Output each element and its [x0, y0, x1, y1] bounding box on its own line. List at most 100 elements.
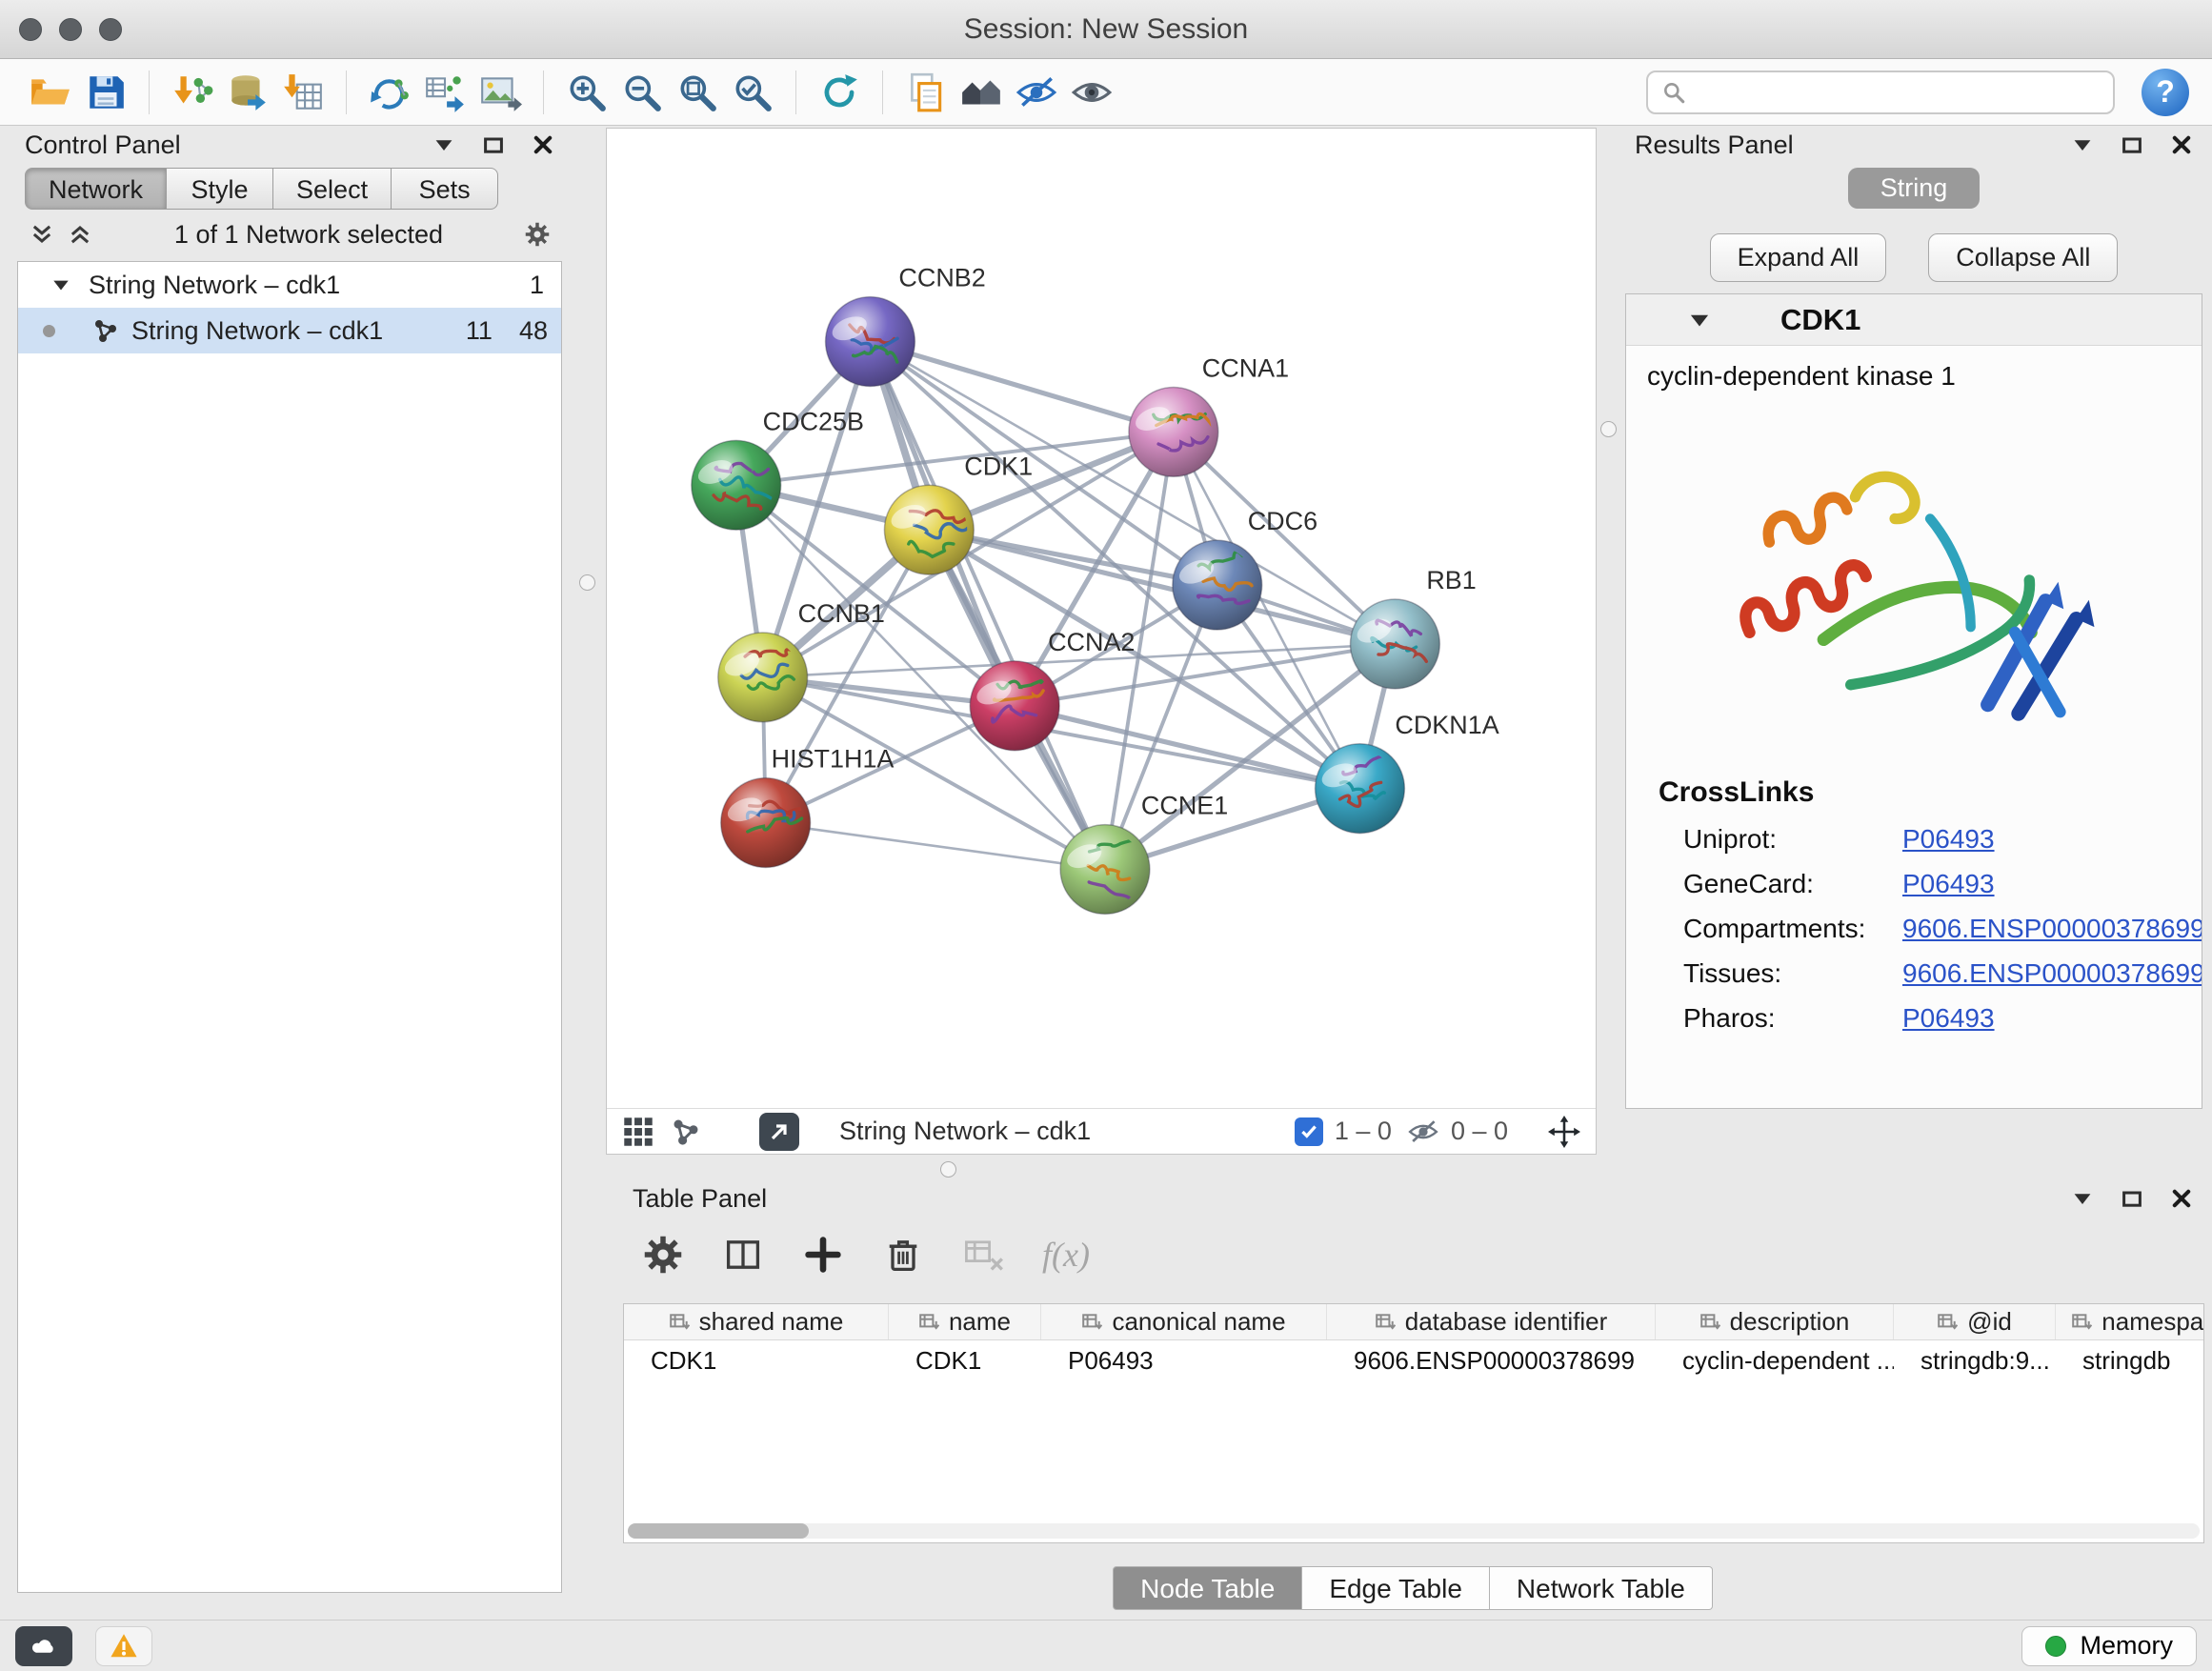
show-selection-button[interactable]: [1064, 66, 1119, 119]
network-node-cdc6[interactable]: [1173, 540, 1262, 630]
column-header-database-identifier[interactable]: database identifier: [1327, 1304, 1656, 1339]
splitter-grip[interactable]: [940, 1161, 956, 1178]
selected-checkbox-icon[interactable]: [1295, 1117, 1323, 1146]
zoom-window-button[interactable]: [99, 18, 122, 41]
network-canvas[interactable]: CCNB2CCNA1CDC25BCDK1CDC6RB1CCNB1CCNA2CDK…: [607, 129, 1596, 1108]
panel-menu-icon[interactable]: [432, 133, 455, 156]
network-node-rb1[interactable]: [1350, 599, 1439, 689]
zoom-fit-button[interactable]: [670, 66, 725, 119]
table-to-network-button[interactable]: [417, 66, 473, 119]
hide-selection-button[interactable]: [1009, 66, 1064, 119]
collapse-all-button[interactable]: Collapse All: [1928, 233, 2118, 282]
network-node-ccne1[interactable]: [1060, 825, 1150, 915]
crosslink-link[interactable]: P06493: [1902, 1003, 1995, 1034]
export-image-button[interactable]: [473, 66, 528, 119]
splitter-grip[interactable]: [579, 574, 595, 591]
open-in-new-window-button[interactable]: [759, 1113, 799, 1151]
float-panel-icon[interactable]: [2121, 133, 2143, 156]
tab-network-table[interactable]: Network Table: [1490, 1566, 1713, 1610]
expand-all-icon[interactable]: [29, 221, 55, 248]
clone-network-button[interactable]: [362, 66, 417, 119]
column-header-description[interactable]: description: [1656, 1304, 1894, 1339]
column-header-shared-name[interactable]: shared name: [624, 1304, 889, 1339]
panel-menu-icon[interactable]: [2071, 133, 2094, 156]
network-node-cdkn1a[interactable]: [1316, 744, 1405, 834]
network-node-ccna1[interactable]: [1129, 387, 1218, 476]
copy-document-button[interactable]: [898, 66, 954, 119]
tree-expander-icon[interactable]: [50, 274, 71, 295]
tab-edge-table[interactable]: Edge Table: [1302, 1566, 1490, 1610]
tab-sets[interactable]: Sets: [392, 168, 498, 210]
memory-button[interactable]: Memory: [2021, 1626, 2197, 1666]
network-collection-row[interactable]: String Network – cdk1 1: [18, 262, 561, 308]
search-field[interactable]: [1646, 70, 2115, 114]
splitter-grip[interactable]: [1600, 421, 1617, 437]
birdseye-view-icon[interactable]: [670, 1116, 702, 1148]
search-input[interactable]: [1696, 77, 2100, 107]
close-panel-icon[interactable]: [2170, 133, 2193, 156]
zoom-selected-button[interactable]: [725, 66, 780, 119]
column-header-namespace[interactable]: namespace: [2056, 1304, 2204, 1339]
tab-style[interactable]: Style: [167, 168, 273, 210]
show-columns-icon[interactable]: [722, 1234, 764, 1276]
crosslink-link[interactable]: 9606.ENSP00000378699: [1902, 958, 2202, 989]
add-column-icon[interactable]: [802, 1234, 844, 1276]
string-tab[interactable]: String: [1848, 168, 1981, 209]
table-cell: 9606.ENSP00000378699: [1327, 1346, 1656, 1376]
save-session-button[interactable]: [78, 66, 133, 119]
function-builder-icon[interactable]: f(x): [1042, 1235, 1090, 1275]
home-button[interactable]: [954, 66, 1009, 119]
crosslink-link[interactable]: P06493: [1902, 869, 1995, 899]
refresh-button[interactable]: [812, 66, 867, 119]
import-database-button[interactable]: [220, 66, 275, 119]
network-node-cdk1[interactable]: [884, 485, 974, 574]
import-table-button[interactable]: [275, 66, 331, 119]
results-panel: Results Panel String Expand All Collapse…: [1619, 126, 2208, 1153]
horizontal-scrollbar[interactable]: [628, 1523, 2200, 1539]
gene-section-header[interactable]: CDK1: [1626, 294, 2202, 346]
panel-menu-icon[interactable]: [2071, 1187, 2094, 1210]
tab-node-table[interactable]: Node Table: [1113, 1566, 1302, 1610]
float-panel-icon[interactable]: [2121, 1187, 2143, 1210]
delete-column-icon[interactable]: [882, 1234, 924, 1276]
network-row[interactable]: String Network – cdk1 11 48: [18, 308, 561, 353]
close-panel-icon[interactable]: [532, 133, 554, 156]
network-node-ccna2[interactable]: [970, 661, 1059, 751]
node-label-ccna2: CCNA2: [1048, 628, 1135, 656]
column-header-name[interactable]: name: [889, 1304, 1041, 1339]
network-node-hist1h1a[interactable]: [721, 778, 811, 868]
minimize-window-button[interactable]: [59, 18, 82, 41]
tab-network[interactable]: Network: [25, 168, 167, 210]
zoom-in-button[interactable]: [559, 66, 614, 119]
collapse-all-icon[interactable]: [67, 221, 93, 248]
network-options-gear-icon[interactable]: [524, 221, 551, 248]
import-network-button[interactable]: [165, 66, 220, 119]
table-options-gear-icon[interactable]: [642, 1234, 684, 1276]
node-table: shared namenamecanonical namedatabase id…: [623, 1303, 2204, 1543]
network-node-ccnb1[interactable]: [718, 633, 808, 722]
help-button[interactable]: ?: [2142, 69, 2189, 116]
network-node-ccnb2[interactable]: [826, 297, 915, 387]
close-panel-icon[interactable]: [2170, 1187, 2193, 1210]
table-row[interactable]: CDK1CDK1P064939606.ENSP00000378699cyclin…: [624, 1340, 2204, 1380]
section-expander-icon[interactable]: [1687, 308, 1712, 332]
warnings-button[interactable]: [95, 1626, 152, 1666]
scrollbar-thumb[interactable]: [628, 1523, 809, 1539]
network-node-cdc25b[interactable]: [692, 440, 781, 530]
cloud-button[interactable]: [15, 1626, 72, 1666]
hidden-eye-icon[interactable]: [1407, 1116, 1439, 1148]
table-cell: CDK1: [624, 1346, 889, 1376]
float-panel-icon[interactable]: [482, 133, 505, 156]
column-header-canonical-name[interactable]: canonical name: [1041, 1304, 1327, 1339]
grid-view-icon[interactable]: [622, 1116, 654, 1148]
tab-select[interactable]: Select: [273, 168, 392, 210]
expand-all-button[interactable]: Expand All: [1710, 233, 1887, 282]
close-window-button[interactable]: [19, 18, 42, 41]
crosslink-link[interactable]: P06493: [1902, 824, 1995, 855]
column-header--id[interactable]: @id: [1894, 1304, 2056, 1339]
open-session-button[interactable]: [23, 66, 78, 119]
zoom-out-button[interactable]: [614, 66, 670, 119]
pan-move-icon[interactable]: [1548, 1116, 1580, 1148]
status-bar: Memory: [0, 1620, 2212, 1671]
crosslink-link[interactable]: 9606.ENSP00000378699: [1902, 914, 2202, 944]
